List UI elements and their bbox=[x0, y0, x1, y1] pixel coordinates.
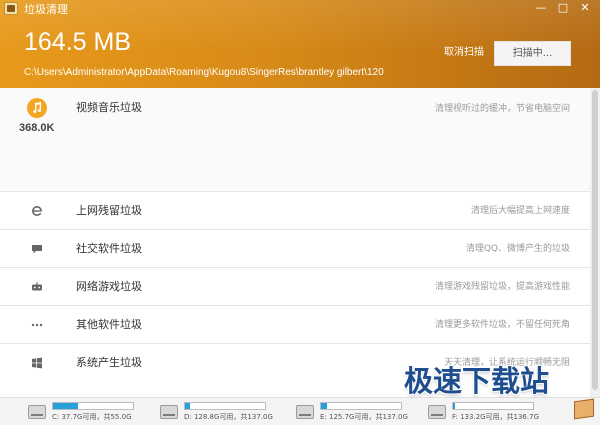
drive-usage-fill bbox=[321, 403, 328, 409]
hard-drive-icon bbox=[160, 405, 178, 419]
category-row-video-music[interactable]: 368.0K 视频音乐垃圾 清理视听过的缓冲，节省电脑空间 bbox=[0, 88, 590, 192]
drive-usage-fill bbox=[53, 403, 78, 409]
drive-c: C: 37.7G可用，共55.0G bbox=[28, 401, 163, 425]
category-desc: 清理后大幅提高上网速度 bbox=[470, 206, 570, 216]
header-banner: 垃圾清理 — □ ✕ 164.5 MB C:\Users\Administrat… bbox=[0, 0, 600, 88]
more-dots-icon bbox=[31, 323, 43, 327]
category-title: 上网残留垃圾 bbox=[76, 204, 142, 217]
drive-label: F: 133.2G可用，共136.7G bbox=[452, 413, 539, 421]
chat-bubble-icon bbox=[32, 245, 42, 254]
hard-drive-icon bbox=[28, 405, 46, 419]
maximize-button[interactable]: □ bbox=[552, 1, 574, 15]
scrollbar-thumb[interactable] bbox=[592, 90, 598, 390]
category-count: 368.0K bbox=[19, 122, 55, 134]
drive-status-bar: C: 37.7G可用，共55.0G D: 128.8G可用，共137.0G E:… bbox=[0, 397, 600, 425]
category-row-games[interactable]: 网络游戏垃圾 清理游戏残留垃圾，提高游戏性能 bbox=[0, 268, 590, 306]
site-watermark: 极速下载站 bbox=[404, 364, 550, 398]
scanning-button[interactable]: 扫描中... bbox=[494, 41, 571, 66]
drive-e: E: 125.7G可用，共137.0G bbox=[296, 401, 431, 425]
cancel-scan-link[interactable]: 取消扫描 bbox=[444, 47, 484, 59]
browser-e-icon bbox=[32, 206, 42, 216]
minimize-button[interactable]: — bbox=[530, 1, 552, 15]
watermark-box-icon bbox=[574, 398, 594, 420]
scan-path: C:\Users\Administrator\AppData\Roaming\K… bbox=[24, 67, 384, 78]
drive-f: F: 133.2G可用，共136.7G bbox=[428, 401, 563, 425]
window-title: 垃圾清理 bbox=[24, 3, 68, 16]
hard-drive-icon bbox=[296, 405, 314, 419]
drive-d: D: 128.8G可用，共137.0G bbox=[160, 401, 295, 425]
category-desc: 清理视听过的缓冲，节省电脑空间 bbox=[434, 104, 570, 114]
drive-usage-bar bbox=[184, 402, 266, 410]
drive-label: D: 128.8G可用，共137.0G bbox=[184, 413, 273, 421]
category-list: 368.0K 视频音乐垃圾 清理视听过的缓冲，节省电脑空间 上网残留垃圾 清理后… bbox=[0, 88, 600, 397]
category-desc: 清理更多软件垃圾，不留任何死角 bbox=[434, 320, 570, 330]
junk-cleaner-window: 垃圾清理 — □ ✕ 164.5 MB C:\Users\Administrat… bbox=[0, 0, 600, 425]
drive-label: C: 37.7G可用，共55.0G bbox=[52, 413, 132, 421]
app-icon bbox=[4, 2, 18, 15]
drive-usage-bar bbox=[320, 402, 402, 410]
drive-usage-bar bbox=[52, 402, 134, 410]
category-title: 社交软件垃圾 bbox=[76, 242, 142, 255]
music-note-icon bbox=[27, 98, 47, 118]
list-scrollbar[interactable] bbox=[590, 88, 600, 397]
category-title: 视频音乐垃圾 bbox=[76, 101, 142, 114]
hard-drive-icon bbox=[428, 405, 446, 419]
game-controller-icon bbox=[32, 282, 42, 291]
category-title: 系统产生垃圾 bbox=[76, 356, 142, 369]
drive-usage-bar bbox=[452, 402, 534, 410]
category-desc: 清理QQ、微博产生的垃圾 bbox=[465, 244, 570, 254]
category-row-other-software[interactable]: 其他软件垃圾 清理更多软件垃圾，不留任何死角 bbox=[0, 306, 590, 344]
category-row-social[interactable]: 社交软件垃圾 清理QQ、微博产生的垃圾 bbox=[0, 230, 590, 268]
category-title: 其他软件垃圾 bbox=[76, 318, 142, 331]
windows-logo-icon bbox=[32, 357, 42, 369]
scanned-size: 164.5 MB bbox=[24, 28, 132, 56]
close-button[interactable]: ✕ bbox=[574, 1, 596, 15]
category-desc: 清理游戏残留垃圾，提高游戏性能 bbox=[434, 282, 570, 292]
drive-label: E: 125.7G可用，共137.0G bbox=[320, 413, 408, 421]
drive-usage-fill bbox=[453, 403, 456, 409]
drive-usage-fill bbox=[185, 403, 190, 409]
category-row-internet[interactable]: 上网残留垃圾 清理后大幅提高上网速度 bbox=[0, 192, 590, 230]
category-title: 网络游戏垃圾 bbox=[76, 280, 142, 293]
